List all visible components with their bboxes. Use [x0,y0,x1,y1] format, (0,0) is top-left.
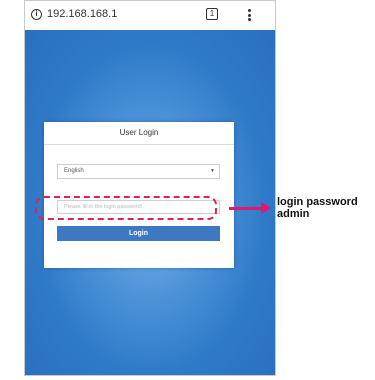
arrow-head-icon [261,202,271,214]
arrow-line [229,207,263,210]
page: i 192.168.168.1 1 User Login English ▼ P… [0,0,375,380]
phone-screen: i 192.168.168.1 1 User Login English ▼ P… [24,0,276,376]
browser-address-bar[interactable]: i 192.168.168.1 1 [25,1,275,29]
login-title: User Login [44,122,234,145]
dropdown-caret-icon: ▼ [210,168,215,174]
annotation-text: login password admin [277,196,358,220]
kebab-menu-icon[interactable] [248,9,252,21]
tab-count-icon[interactable]: 1 [206,8,218,20]
language-select[interactable]: English ▼ [57,164,220,179]
password-highlight-box [35,196,217,220]
language-value: English [64,168,84,174]
login-button[interactable]: Login [57,226,220,241]
url-text[interactable]: 192.168.168.1 [47,8,117,20]
annotation-line-1: login password [277,196,358,208]
login-card: User Login English ▼ Please fill in the … [44,122,234,268]
annotation-line-2: admin [277,208,310,220]
info-icon[interactable]: i [31,9,42,20]
